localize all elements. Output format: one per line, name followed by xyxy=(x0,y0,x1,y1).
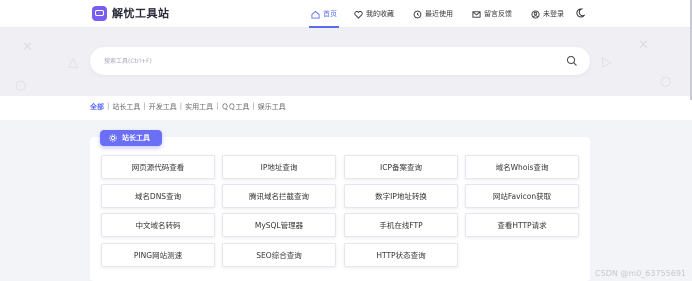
nav-feedback[interactable]: 留言反馈 xyxy=(472,9,512,19)
decor-circle-icon: ○ xyxy=(660,74,672,89)
category-bar: 全部 | 站长工具 | 开发工具 | 实用工具 | ＱＱ工具 | 娱乐工具 xyxy=(0,96,692,120)
nav-feedback-label: 留言反馈 xyxy=(484,10,512,18)
category-qq[interactable]: ＱＱ工具 xyxy=(221,102,249,112)
heart-icon xyxy=(354,10,363,19)
brand-logo[interactable]: 解忧工具站 xyxy=(92,5,170,21)
nav-recent[interactable]: 最近使用 xyxy=(413,9,453,19)
search-bar xyxy=(90,47,590,75)
category-divider: | xyxy=(179,102,183,110)
tool-button[interactable]: SEO综合查询 xyxy=(222,243,336,267)
tool-button[interactable]: 腾讯域名拦截查询 xyxy=(222,184,336,208)
tool-button[interactable]: 网站Favicon获取 xyxy=(465,184,579,208)
decor-triangle-icon: △ xyxy=(68,55,78,70)
nav-favorites-label: 我的收藏 xyxy=(366,10,394,18)
nav-home[interactable]: 首页 xyxy=(311,9,337,19)
section-tag: 站长工具 xyxy=(100,130,162,146)
category-dev[interactable]: 开发工具 xyxy=(149,102,177,112)
top-header: 解忧工具站 首页 我的收藏 最近使用 留言反馈 未登录 xyxy=(0,0,692,28)
category-utility[interactable]: 实用工具 xyxy=(185,102,213,112)
decor-circle-icon: ○ xyxy=(15,78,27,93)
history-icon xyxy=(413,10,422,18)
decor-cross-icon: ✕ xyxy=(22,40,33,55)
hero-banner: ✕ △ ○ ▷ ✕ ○ xyxy=(0,28,692,96)
nav-login-label: 未登录 xyxy=(543,10,564,18)
tool-button[interactable]: 数字IP地址转换 xyxy=(344,184,458,208)
tool-button[interactable]: 网页源代码查看 xyxy=(101,155,215,179)
category-tabs: 全部 | 站长工具 | 开发工具 | 实用工具 | ＱＱ工具 | 娱乐工具 xyxy=(90,102,286,112)
tool-button[interactable]: MySQL管理器 xyxy=(222,213,336,237)
tool-button[interactable]: 域名DNS查询 xyxy=(101,184,215,208)
nav-recent-label: 最近使用 xyxy=(425,10,453,18)
tool-button[interactable]: 查看HTTP请求 xyxy=(465,213,579,237)
decor-triangle-icon: ▷ xyxy=(602,55,612,70)
category-webmaster[interactable]: 站长工具 xyxy=(112,102,140,112)
tool-button[interactable]: 手机在线FTP xyxy=(344,213,458,237)
watermark-text: CSDN @m0_63755691 xyxy=(595,269,686,278)
tool-button[interactable]: IP地址查询 xyxy=(222,155,336,179)
search-icon[interactable] xyxy=(566,55,578,67)
category-fun[interactable]: 娱乐工具 xyxy=(258,102,286,112)
gear-icon xyxy=(109,134,117,142)
logo-icon xyxy=(92,5,107,21)
category-divider: | xyxy=(143,102,146,110)
category-divider: | xyxy=(107,102,110,110)
message-icon xyxy=(472,10,481,18)
tool-button[interactable]: 中文域名转码 xyxy=(101,213,215,237)
user-icon xyxy=(531,9,540,19)
nav-favorites[interactable]: 我的收藏 xyxy=(354,9,394,19)
search-input[interactable] xyxy=(104,47,544,75)
decor-cross-icon: ✕ xyxy=(638,38,649,53)
tool-button[interactable]: ICP备案查询 xyxy=(344,155,458,179)
category-divider: | xyxy=(252,102,255,110)
tool-button[interactable]: 域名Whois查询 xyxy=(465,155,579,179)
brand-name: 解忧工具站 xyxy=(112,7,170,20)
nav-login[interactable]: 未登录 xyxy=(531,9,564,19)
category-all[interactable]: 全部 xyxy=(90,102,104,112)
tool-button[interactable]: HTTP状态查询 xyxy=(344,243,458,267)
section-title: 站长工具 xyxy=(122,134,150,142)
nav-home-label: 首页 xyxy=(323,10,337,18)
tool-button[interactable]: PING网站测速 xyxy=(101,243,215,267)
home-icon xyxy=(311,10,320,19)
moon-icon[interactable] xyxy=(575,8,585,18)
category-divider: | xyxy=(216,102,219,110)
